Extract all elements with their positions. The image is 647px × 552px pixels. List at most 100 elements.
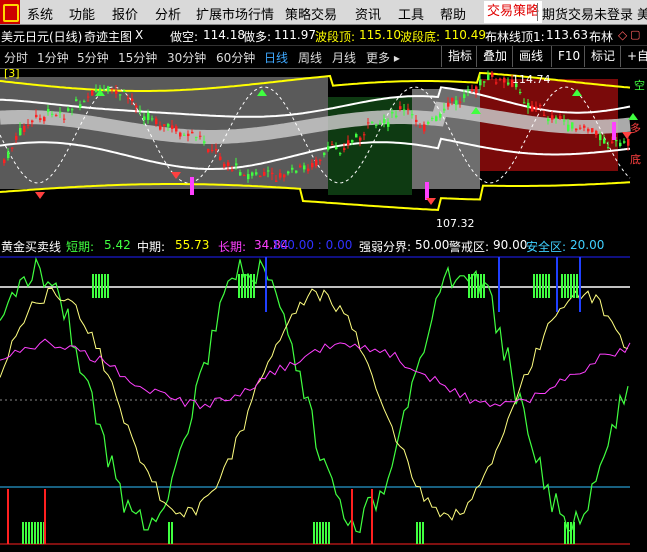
warning-zone-label: 警戒区:: [449, 240, 490, 254]
candle-body: [355, 134, 358, 138]
mid-term-value: 55.73: [175, 238, 210, 252]
candle-body: [423, 124, 426, 132]
indicator-button[interactable]: 指标: [441, 46, 478, 67]
short-term-value: 5.42: [104, 238, 131, 252]
app-logo-icon[interactable]: [0, 0, 20, 24]
candle-body: [451, 98, 454, 102]
candle-body: [431, 118, 434, 120]
candle-body: [379, 123, 382, 125]
candle-body: [211, 149, 214, 152]
menu-tools[interactable]: 工具: [398, 4, 424, 23]
candle-body: [411, 114, 414, 116]
candle-body: [139, 109, 142, 111]
menu-analysis[interactable]: 分析: [155, 4, 181, 23]
candle-body: [207, 148, 210, 153]
candle-body: [303, 165, 306, 170]
tab-30min[interactable]: 30分钟: [167, 49, 206, 66]
candle-body: [415, 119, 418, 122]
menu-trading-strategy[interactable]: 交易策略: [484, 1, 543, 23]
short-label: 做空:: [170, 30, 199, 44]
candle-body: [115, 90, 118, 94]
candle-body: [155, 118, 158, 125]
high-price-label: 114.74: [512, 73, 551, 86]
menu-news[interactable]: 资讯: [355, 4, 381, 23]
magenta-signal-bar: [612, 122, 616, 140]
candle-body: [51, 113, 54, 115]
tab-daily[interactable]: 日线: [264, 49, 288, 66]
close-indicator-icon[interactable]: X: [135, 28, 143, 42]
menu-help[interactable]: 帮助: [440, 4, 466, 23]
indicator-name[interactable]: 奇迹主图: [84, 28, 132, 45]
top-green-signal: [573, 274, 575, 298]
candle-body: [387, 122, 390, 127]
tab-timeshare[interactable]: 分时: [4, 49, 28, 66]
top-green-signal: [570, 274, 572, 298]
magenta-signal-bar: [425, 182, 429, 200]
futures-login-status[interactable]: 期货交易未登录: [542, 4, 633, 23]
tab-monthly[interactable]: 月线: [332, 49, 356, 66]
candle-body: [239, 172, 242, 176]
candle-body: [615, 140, 618, 142]
candle-body: [179, 132, 182, 137]
sub-indicator-name[interactable]: 黄金买卖线: [1, 238, 61, 255]
overlay-button[interactable]: 叠加: [476, 46, 513, 67]
bottom-green-signal: [328, 522, 330, 544]
bottom-green-signal: [422, 522, 424, 544]
candle-body: [275, 180, 278, 182]
candle-body: [543, 114, 546, 116]
tab-1min[interactable]: 1分钟: [37, 49, 69, 66]
buy-arrow-icon: [426, 198, 436, 205]
draw-line-button[interactable]: 画线: [512, 46, 549, 67]
tab-weekly[interactable]: 周线: [298, 49, 322, 66]
warning-zone-value: 90.00: [493, 238, 528, 252]
candle-body: [39, 118, 42, 121]
tab-more[interactable]: 更多 ▸: [366, 49, 400, 66]
candle-body: [599, 134, 602, 141]
bottom-green-signal: [22, 522, 24, 544]
candle-body: [167, 123, 170, 127]
candle-body: [547, 118, 550, 122]
candle-body: [467, 89, 470, 91]
candle-body: [283, 174, 286, 178]
boll-label-cut: 布林: [589, 30, 614, 44]
menu-strategy-trading[interactable]: 策略交易: [285, 4, 337, 23]
candle-body: [519, 91, 522, 93]
candle-body: [95, 89, 98, 92]
menu-system[interactable]: 系统: [27, 4, 53, 23]
menu-extended-market[interactable]: 扩展市场行情: [196, 4, 274, 23]
candle-body: [567, 124, 570, 132]
f10-button[interactable]: F10: [551, 46, 586, 67]
candle-body: [327, 146, 330, 150]
add-watchlist-button[interactable]: +自选: [620, 46, 647, 67]
candle-body: [143, 116, 146, 121]
top-green-signal: [548, 274, 550, 298]
candle-body: [539, 105, 542, 107]
tab-15min[interactable]: 15分钟: [118, 49, 157, 66]
menu-quote[interactable]: 报价: [112, 4, 138, 23]
top-green-signal: [250, 274, 252, 298]
tab-5min[interactable]: 5分钟: [77, 49, 109, 66]
candle-body: [347, 140, 350, 146]
menu-function[interactable]: 功能: [69, 4, 95, 23]
candle-body: [59, 111, 62, 113]
candle-body: [171, 125, 174, 129]
price-chart[interactable]: [3] 114.74 107.32 空 多 底: [0, 67, 647, 237]
mark-button[interactable]: 标记: [584, 46, 621, 67]
candle-body: [591, 128, 594, 132]
diamond-icon[interactable]: ◇: [618, 28, 627, 42]
bottom-green-signal: [416, 522, 418, 544]
candle-body: [99, 87, 102, 90]
menu-overflow[interactable]: 美: [637, 4, 647, 23]
window-box-icon[interactable]: ▢: [630, 28, 640, 41]
tab-60min[interactable]: 60分钟: [216, 49, 255, 66]
candle-body: [359, 137, 362, 141]
gold-trading-line-chart[interactable]: [0, 254, 647, 552]
candle-body: [195, 136, 198, 138]
range-text: 100.00 : 0.00: [272, 238, 353, 252]
candle-body: [483, 81, 486, 83]
candle-body: [335, 147, 338, 150]
candle-body: [127, 97, 130, 99]
candle-body: [459, 101, 462, 103]
candle-body: [447, 102, 450, 107]
signal-bottom-label: 底: [630, 152, 641, 166]
